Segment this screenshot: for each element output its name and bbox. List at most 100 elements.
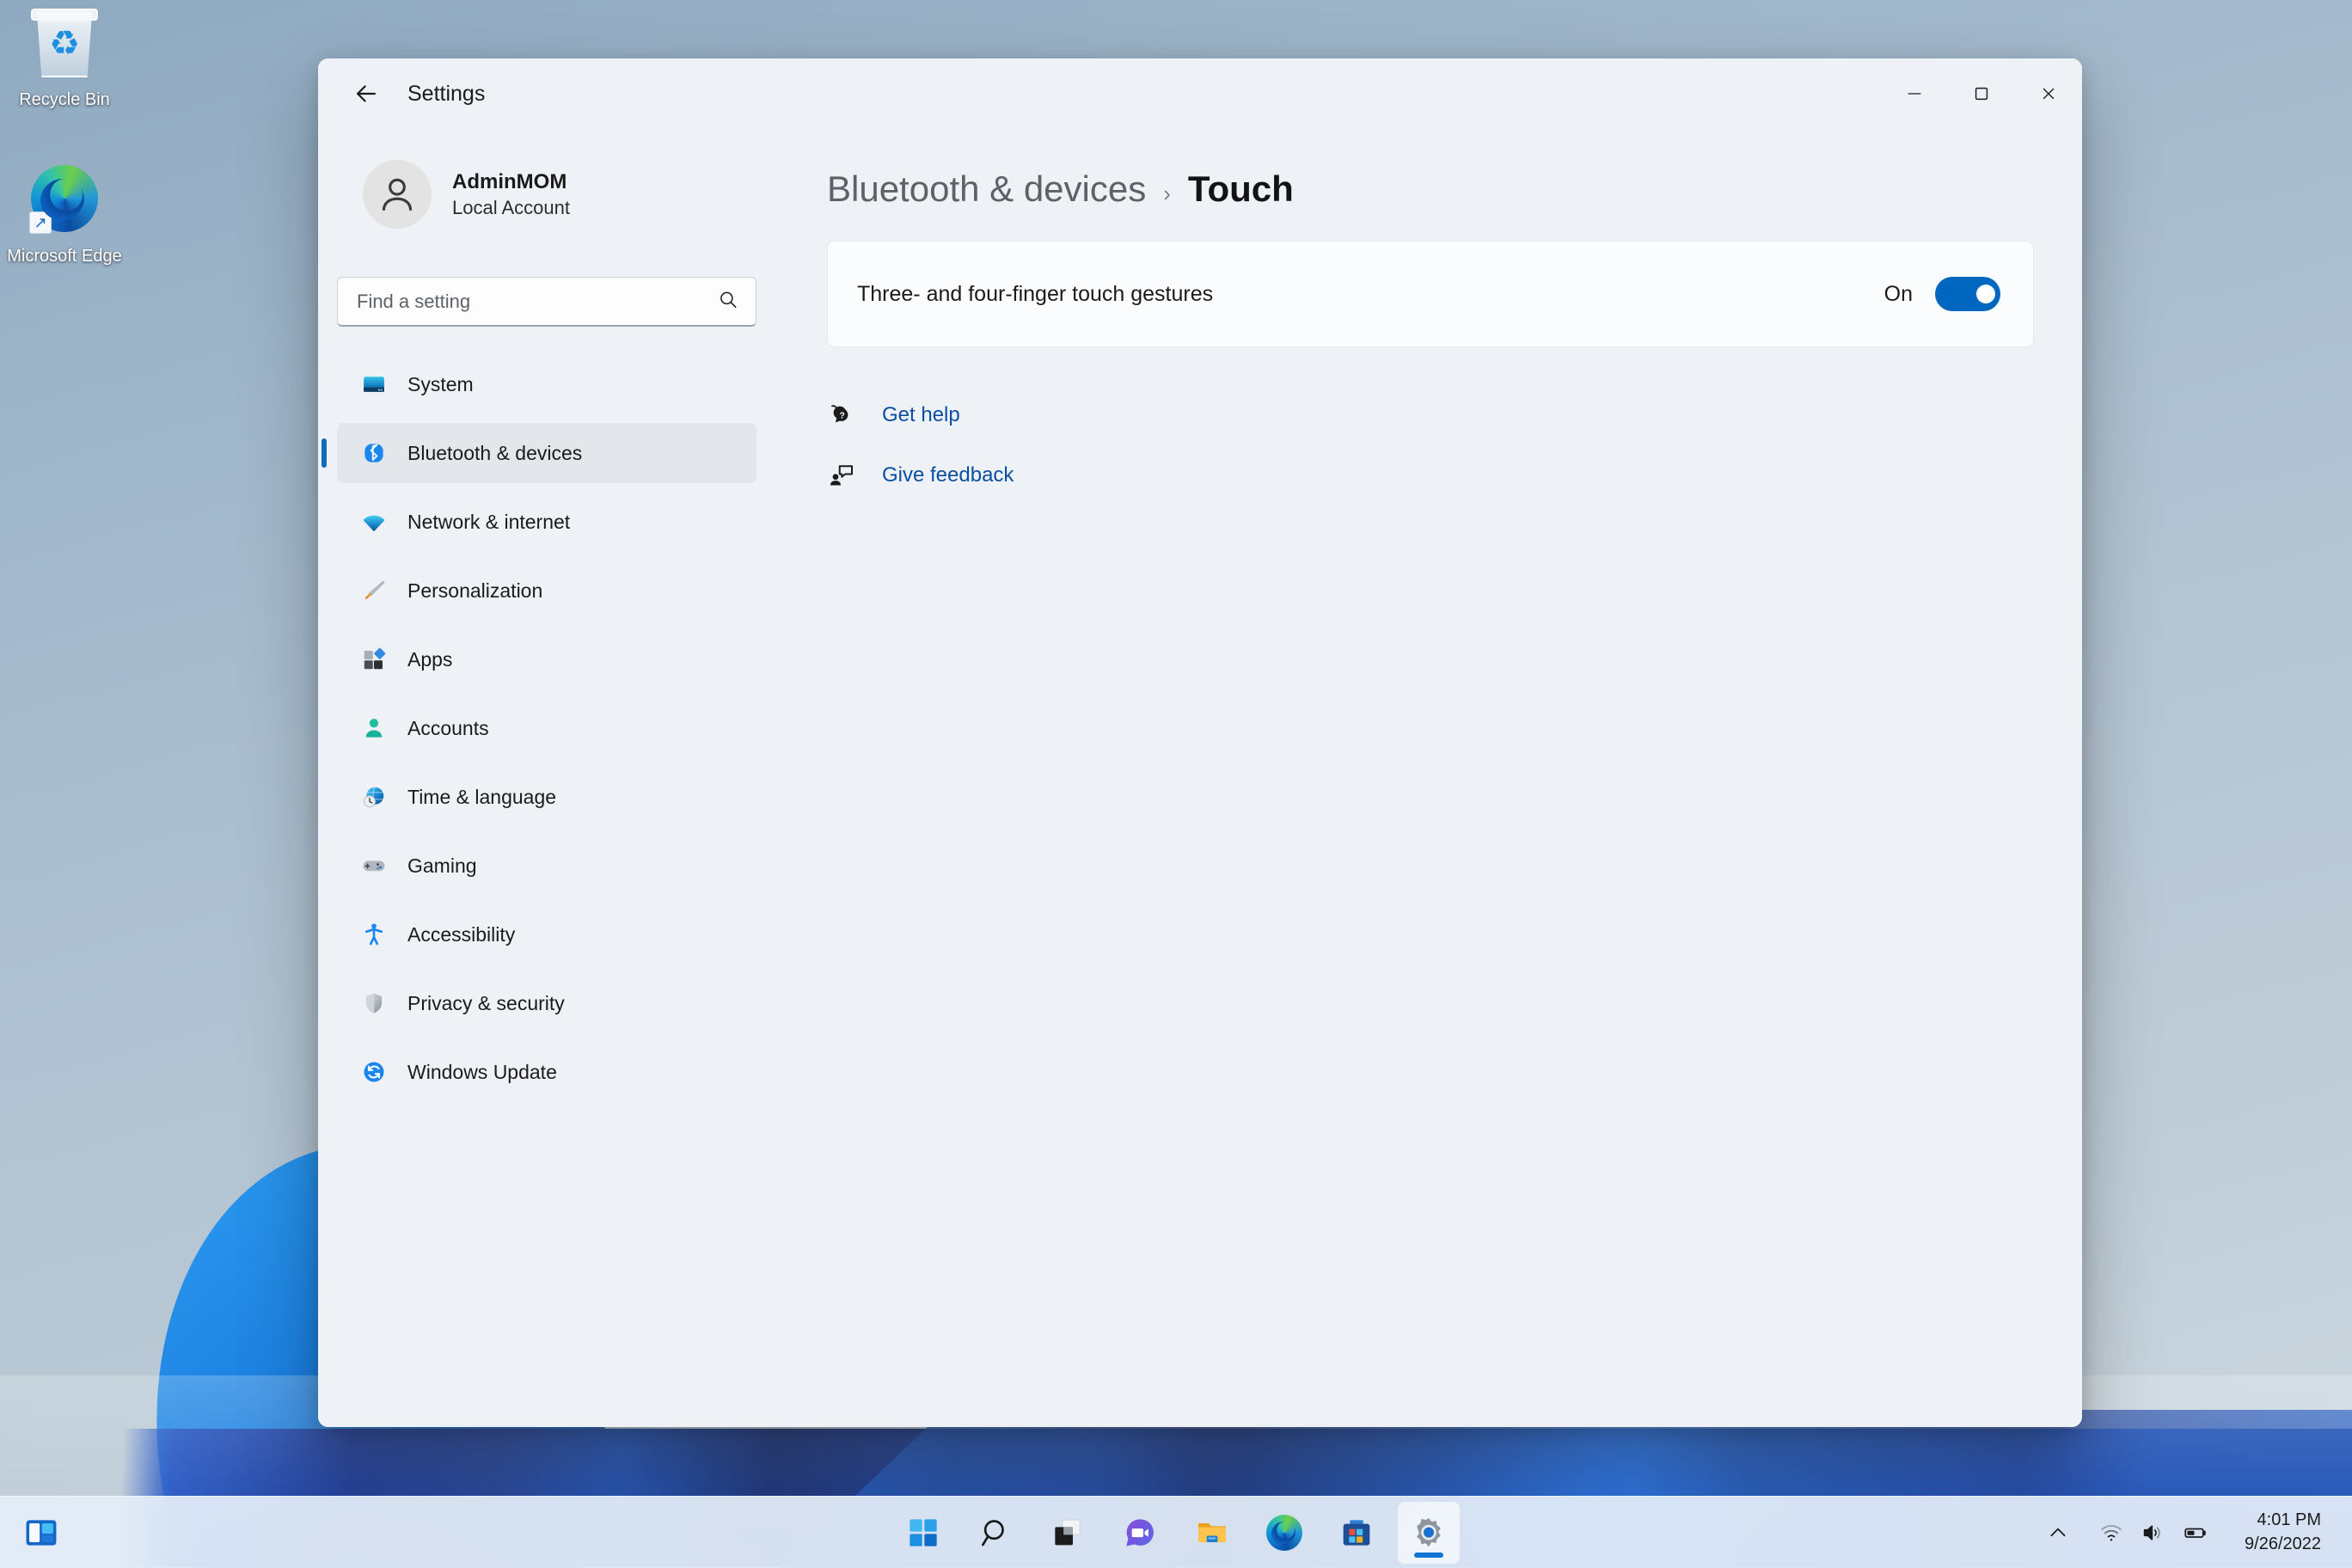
clock-date: 9/26/2022 <box>2245 1534 2321 1553</box>
tray-status-group[interactable] <box>2083 1505 2226 1560</box>
desktop-icon-label-line2: Edge <box>81 247 122 266</box>
give-feedback-link[interactable]: Give feedback <box>827 461 2034 490</box>
sidebar-item-bluetooth-devices[interactable]: Bluetooth & devices <box>322 423 756 483</box>
profile-name: AdminMOM <box>452 169 567 193</box>
accessibility-icon <box>359 920 389 949</box>
sidebar-nav: System Bluetooth & devices Network & int… <box>322 354 756 1102</box>
gamepad-icon <box>359 851 389 880</box>
taskbar-start-button[interactable] <box>892 1502 954 1564</box>
svg-text:?: ? <box>839 412 844 421</box>
feedback-person-icon <box>827 461 856 490</box>
sidebar-item-label: Network & internet <box>407 510 571 533</box>
sidebar-item-system[interactable]: System <box>337 354 756 414</box>
clock-time: 4:01 PM <box>2257 1510 2321 1529</box>
microsoft-edge-icon <box>1266 1514 1302 1551</box>
help-links: ? Get help Give feedback <box>827 401 2034 490</box>
clock[interactable]: 4:01 PM 9/26/2022 <box>2229 1505 2333 1560</box>
window-controls <box>1881 58 2082 129</box>
minimize-button[interactable] <box>1881 58 1948 129</box>
sidebar-item-label: Privacy & security <box>407 991 565 1014</box>
maximize-button[interactable] <box>1948 58 2015 129</box>
system-tray: 4:01 PM 9/26/2022 <box>2037 1497 2352 1568</box>
back-arrow-icon <box>356 85 377 102</box>
setting-label: Three- and four-finger touch gestures <box>857 281 1214 306</box>
task-view-icon <box>1055 1518 1081 1545</box>
get-help-link[interactable]: ? Get help <box>827 401 2034 430</box>
sidebar-item-privacy-security[interactable]: Privacy & security <box>337 973 756 1033</box>
user-profile[interactable]: AdminMOM Local Account <box>337 129 756 229</box>
paintbrush-icon <box>359 576 389 605</box>
sidebar-item-personalization[interactable]: Personalization <box>337 560 756 621</box>
sidebar-item-accessibility[interactable]: Accessibility <box>337 904 756 965</box>
window-body: AdminMOM Local Account Find a setting Sy… <box>318 129 2082 1427</box>
taskbar-center-group <box>892 1497 1460 1568</box>
sidebar-item-apps[interactable]: Apps <box>337 629 756 689</box>
sidebar-item-label: System <box>407 372 474 395</box>
sidebar-item-label: Time & language <box>407 785 557 808</box>
battery-icon <box>2174 1505 2217 1560</box>
sidebar-item-windows-update[interactable]: Windows Update <box>337 1042 756 1102</box>
taskbar-chat-button[interactable] <box>1109 1502 1171 1564</box>
maximize-icon <box>1975 87 1988 101</box>
minimize-icon <box>1908 93 1921 95</box>
search-input[interactable] <box>337 277 756 327</box>
breadcrumb-parent[interactable]: Bluetooth & devices <box>827 168 1146 210</box>
clock-globe-icon <box>359 782 389 812</box>
sidebar-item-label: Bluetooth & devices <box>407 441 583 464</box>
sidebar-item-time-language[interactable]: Time & language <box>337 767 756 827</box>
desktop-icon-microsoft-edge[interactable]: ↗ Microsoft Edge <box>0 163 129 267</box>
taskbar-search-button[interactable] <box>965 1502 1026 1564</box>
search-magnifier-icon <box>982 1519 1004 1546</box>
windows-start-icon <box>910 1518 937 1547</box>
link-label: Get help <box>882 403 960 426</box>
chat-teams-icon <box>1126 1518 1154 1547</box>
taskbar-settings-button[interactable] <box>1398 1501 1460 1564</box>
avatar <box>363 160 432 229</box>
sidebar-item-network-internet[interactable]: Network & internet <box>337 492 756 552</box>
sidebar-item-label: Windows Update <box>407 1060 557 1083</box>
shortcut-arrow-icon: ↗ <box>29 211 52 234</box>
widgets-icon <box>26 1519 57 1546</box>
desktop-icon-recycle-bin[interactable]: ♻ Recycle Bin <box>0 9 129 111</box>
microsoft-edge-icon: ↗ <box>0 165 129 239</box>
update-refresh-icon <box>359 1057 389 1087</box>
touch-gestures-setting-card: Three- and four-finger touch gestures On <box>827 241 2034 347</box>
taskbar-microsoft-edge-button[interactable] <box>1253 1502 1315 1564</box>
search-box[interactable] <box>337 277 756 327</box>
window-title: Settings <box>407 81 486 106</box>
desktop[interactable]: ♻ Recycle Bin ↗ Microsoft Edge Settings <box>0 0 2352 1568</box>
taskbar-task-view-button[interactable] <box>1037 1502 1099 1564</box>
taskbar-microsoft-store-button[interactable] <box>1326 1502 1387 1564</box>
sidebar-item-label: Personalization <box>407 579 543 602</box>
sidebar-item-accounts[interactable]: Accounts <box>337 698 756 758</box>
settings-window[interactable]: Settings AdminMOM Local Account Find a s… <box>318 58 2082 1427</box>
breadcrumb: Bluetooth & devices › Touch <box>827 168 2034 210</box>
sidebar: AdminMOM Local Account Find a setting Sy… <box>318 129 775 1427</box>
desktop-icon-label: Recycle Bin <box>19 90 110 109</box>
main-content: Bluetooth & devices › Touch Three- and f… <box>775 129 2082 1427</box>
toggle-state-label: On <box>1883 281 1913 306</box>
taskbar-file-explorer-button[interactable] <box>1181 1502 1243 1564</box>
link-label: Give feedback <box>882 463 1014 487</box>
breadcrumb-separator: › <box>1163 181 1171 206</box>
help-question-icon: ? <box>827 401 856 430</box>
back-button[interactable] <box>342 70 390 118</box>
close-icon <box>2043 88 2055 100</box>
tray-chevron-button[interactable] <box>2037 1505 2079 1560</box>
sidebar-item-label: Accounts <box>407 716 489 739</box>
taskbar: 4:01 PM 9/26/2022 <box>0 1496 2352 1568</box>
microsoft-store-icon <box>1343 1519 1370 1546</box>
page-title: Touch <box>1187 168 1294 209</box>
wifi-icon <box>359 507 389 536</box>
apps-blocks-icon <box>359 645 389 674</box>
file-explorer-icon <box>1198 1522 1226 1542</box>
window-titlebar: Settings <box>318 58 2082 129</box>
person-avatar-icon <box>382 178 413 211</box>
recycle-bin-icon: ♻ <box>0 9 129 83</box>
toggle-thumb <box>1976 285 1995 303</box>
sidebar-item-gaming[interactable]: Gaming <box>337 836 756 896</box>
touch-gestures-toggle[interactable] <box>1935 277 2000 311</box>
widgets-button[interactable] <box>10 1502 72 1564</box>
close-button[interactable] <box>2015 58 2082 129</box>
bluetooth-icon <box>359 438 389 468</box>
